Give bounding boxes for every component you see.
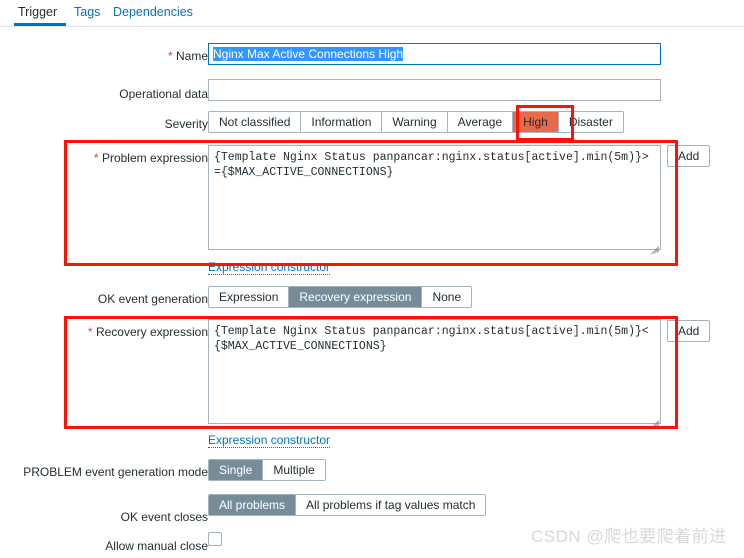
problem-event-mode-option-single[interactable]: Single: [209, 460, 264, 480]
severity-option-information[interactable]: Information: [301, 112, 383, 132]
ok-event-closes-selector[interactable]: All problems All problems if tag values …: [208, 494, 487, 516]
severity-option-high[interactable]: High: [513, 112, 559, 132]
severity-label: Severity: [164, 117, 208, 131]
recovery-expression-field[interactable]: {Template Nginx Status panpancar:nginx.s…: [208, 319, 661, 429]
required-asterisk: *: [87, 325, 93, 339]
recovery-expression-add-button[interactable]: Add: [667, 320, 711, 342]
allow-manual-close-label: Allow manual close: [105, 539, 208, 553]
required-asterisk: *: [93, 151, 99, 165]
name-label: * Name: [167, 49, 208, 63]
ok-event-closes-option-all-problems[interactable]: All problems: [209, 495, 297, 515]
recovery-expression-constructor-link[interactable]: Expression constructor: [208, 433, 331, 448]
ok-event-generation-label: OK event generation: [97, 292, 208, 306]
name-input-value: Nginx Max Active Connections High: [213, 47, 404, 61]
ok-event-generation-option-expression[interactable]: Expression: [209, 287, 290, 307]
problem-expression-field[interactable]: {Template Nginx Status panpancar:nginx.s…: [208, 145, 661, 255]
ok-event-generation-selector[interactable]: Expression Recovery expression None: [208, 286, 473, 308]
severity-option-average[interactable]: Average: [447, 112, 514, 132]
required-asterisk: *: [167, 49, 173, 63]
ok-event-closes-option-tag-values-match[interactable]: All problems if tag values match: [296, 495, 486, 515]
problem-expression-add-button[interactable]: Add: [667, 145, 711, 167]
name-input[interactable]: Nginx Max Active Connections High: [208, 43, 661, 65]
severity-selector[interactable]: Not classified Information Warning Avera…: [208, 111, 624, 133]
ok-event-closes-label: OK event closes: [120, 510, 208, 524]
tab-tags[interactable]: Tags: [72, 4, 102, 20]
operational-data-input[interactable]: [208, 79, 661, 101]
severity-option-disaster[interactable]: Disaster: [558, 112, 623, 132]
problem-expression-constructor-link[interactable]: Expression constructor: [208, 260, 331, 275]
csdn-watermark: CSDN @爬也要爬着前进: [531, 527, 727, 546]
tab-bar: Trigger Tags Dependencies: [0, 0, 744, 27]
tab-trigger[interactable]: Trigger: [16, 4, 59, 20]
severity-option-not-classified[interactable]: Not classified: [209, 112, 302, 132]
problem-expression-textarea[interactable]: {Template Nginx Status panpancar:nginx.s…: [208, 145, 661, 250]
operational-data-label: Operational data: [119, 87, 208, 101]
problem-expression-label: * Problem expression: [93, 151, 208, 165]
problem-event-mode-option-multiple[interactable]: Multiple: [263, 460, 325, 480]
allow-manual-close-checkbox[interactable]: [208, 532, 222, 546]
problem-event-generation-mode-label: PROBLEM event generation mode: [23, 465, 208, 479]
active-tab-indicator: [14, 23, 66, 26]
recovery-expression-textarea[interactable]: {Template Nginx Status panpancar:nginx.s…: [208, 319, 661, 424]
problem-event-generation-mode-selector[interactable]: Single Multiple: [208, 459, 326, 481]
ok-event-generation-option-none[interactable]: None: [422, 287, 472, 307]
severity-option-warning[interactable]: Warning: [382, 112, 448, 132]
tab-dependencies[interactable]: Dependencies: [111, 4, 195, 20]
ok-event-generation-option-recovery-expression[interactable]: Recovery expression: [289, 287, 423, 307]
trigger-configuration-form: Trigger Tags Dependencies * Name Nginx M…: [0, 0, 744, 558]
recovery-expression-label: * Recovery expression: [87, 325, 208, 339]
